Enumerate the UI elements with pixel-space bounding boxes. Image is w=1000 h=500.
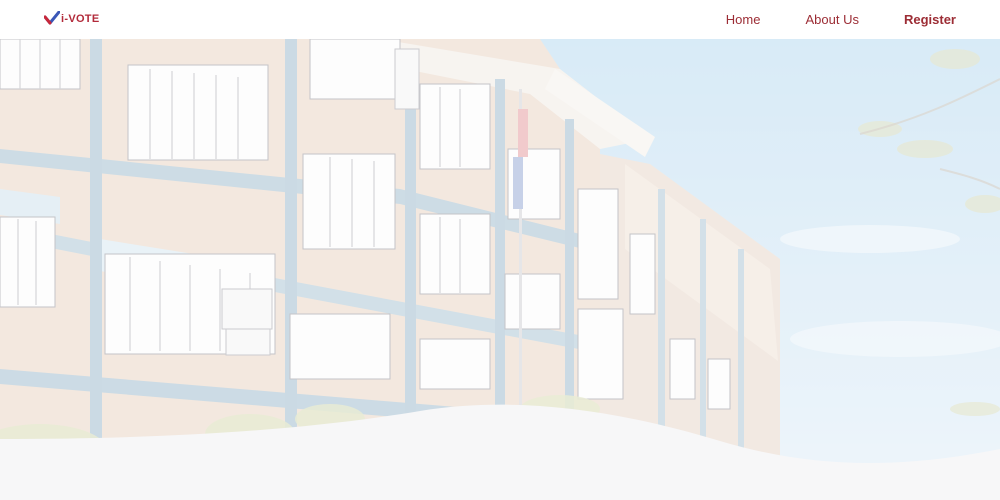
top-navbar: i-VOTE Home About Us Register — [0, 0, 1000, 39]
nav-home-link[interactable]: Home — [726, 12, 761, 27]
nav-about-link[interactable]: About Us — [805, 12, 858, 27]
check-vote-icon — [44, 11, 60, 25]
nav-register-link[interactable]: Register — [904, 12, 956, 27]
brand-name: i-VOTE — [61, 13, 100, 25]
brand-logo[interactable]: i-VOTE — [44, 8, 99, 30]
hero-banner — [0, 39, 1000, 500]
main-nav: Home About Us Register — [681, 0, 956, 39]
school-building-photo — [0, 39, 1000, 500]
